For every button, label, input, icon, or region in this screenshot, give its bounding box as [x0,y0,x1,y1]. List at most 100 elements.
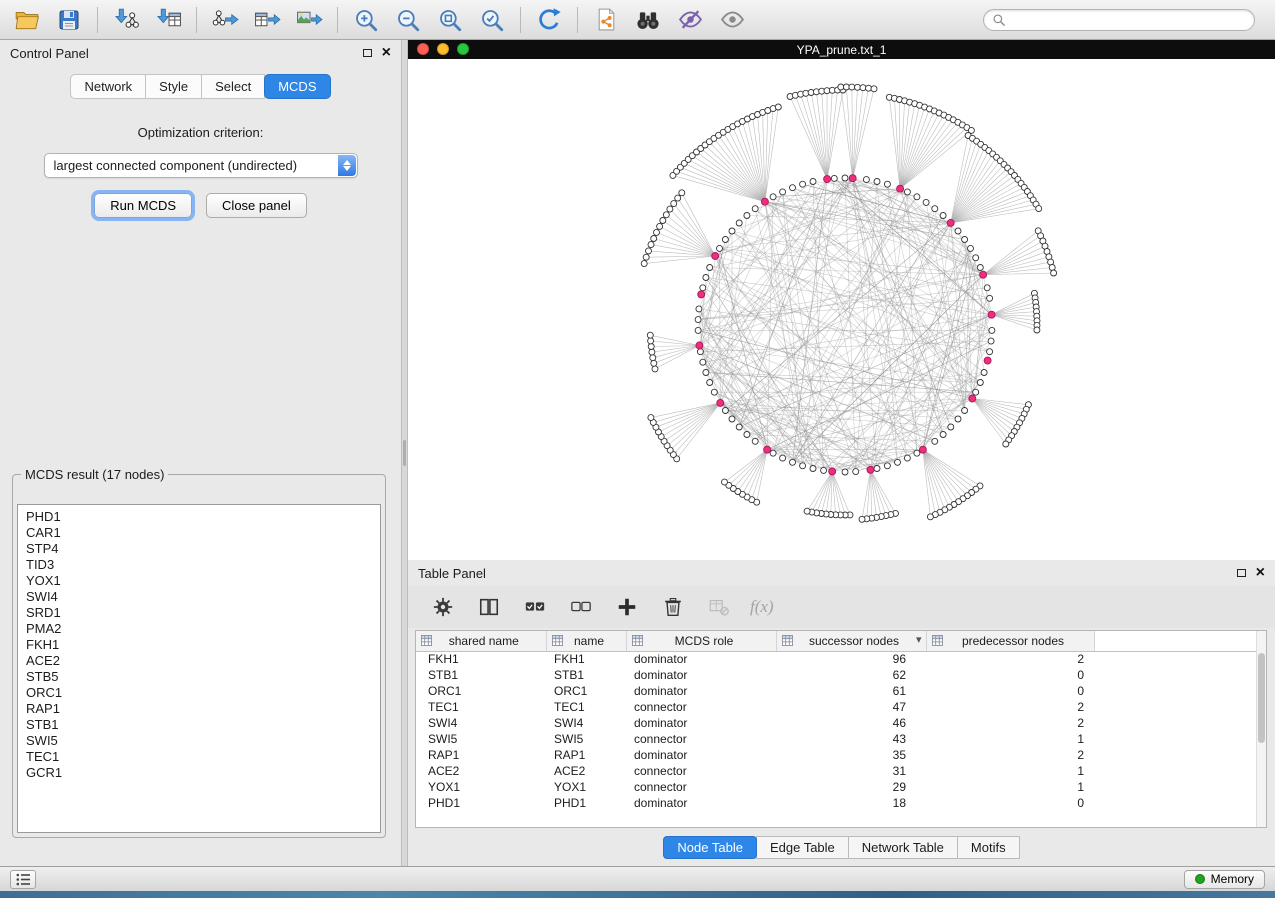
table-cell-predecessor-nodes[interactable]: 2 [926,651,1094,667]
table-cell-predecessor-nodes[interactable]: 2 [926,747,1094,763]
table-scrollbar-thumb[interactable] [1258,653,1265,743]
select-all-button[interactable] [520,592,550,622]
window-minimize-button[interactable] [437,43,449,55]
mcds-result-item[interactable]: PHD1 [18,509,380,525]
table-cell-predecessor-nodes[interactable]: 0 [926,667,1094,683]
table-cell-shared-name[interactable]: PHD1 [416,795,546,811]
table-cell-name[interactable]: PHD1 [546,795,626,811]
apply-layout-button[interactable] [528,2,570,38]
table-cell-successor-nodes[interactable]: 62 [776,667,926,683]
float-table-panel-icon[interactable] [1237,569,1246,577]
search-field[interactable] [983,9,1255,31]
mcds-result-item[interactable]: SWI4 [18,589,380,605]
network-graph[interactable] [408,59,1275,560]
mcds-result-item[interactable]: STB5 [18,669,380,685]
table-row[interactable]: STB1STB1dominator620 [416,667,1256,683]
tab-node-table[interactable]: Node Table [663,836,757,859]
table-cell-predecessor-nodes[interactable]: 2 [926,699,1094,715]
column-header-successor-nodes[interactable]: successor nodes ▾ [776,631,926,651]
table-cell-successor-nodes[interactable]: 35 [776,747,926,763]
table-cell-predecessor-nodes[interactable]: 1 [926,763,1094,779]
table-cell-mcds-role[interactable]: dominator [626,651,776,667]
zoom-out-button[interactable] [387,2,429,38]
mcds-result-item[interactable]: FKH1 [18,637,380,653]
table-cell-shared-name[interactable]: SWI4 [416,715,546,731]
table-cell-mcds-role[interactable]: dominator [626,747,776,763]
float-panel-icon[interactable] [363,49,372,57]
show-details-button[interactable] [711,2,753,38]
table-cell-shared-name[interactable]: TEC1 [416,699,546,715]
table-row[interactable]: RAP1RAP1dominator352 [416,747,1256,763]
optimization-criterion-dropdown[interactable]: largest connected component (undirected) [44,153,358,178]
table-cell-shared-name[interactable]: SWI5 [416,731,546,747]
table-cell-successor-nodes[interactable]: 47 [776,699,926,715]
table-cell-mcds-role[interactable]: connector [626,779,776,795]
network-canvas[interactable] [408,59,1275,560]
tab-edge-table[interactable]: Edge Table [756,836,849,859]
show-columns-button[interactable] [474,592,504,622]
window-close-button[interactable] [417,43,429,55]
close-mcds-panel-button[interactable]: Close panel [206,193,307,218]
mcds-result-item[interactable]: YOX1 [18,573,380,589]
search-input[interactable] [1011,12,1246,28]
column-header-predecessor-nodes[interactable]: predecessor nodes [926,631,1094,651]
tab-style[interactable]: Style [145,74,202,99]
mcds-result-item[interactable]: SRD1 [18,605,380,621]
table-cell-shared-name[interactable]: YOX1 [416,779,546,795]
table-settings-button[interactable] [428,592,458,622]
table-cell-predecessor-nodes[interactable]: 0 [926,795,1094,811]
tab-motifs[interactable]: Motifs [957,836,1020,859]
table-row[interactable]: FKH1FKH1dominator962 [416,651,1256,667]
panel-splitter[interactable] [401,40,408,866]
table-cell-predecessor-nodes[interactable]: 1 [926,779,1094,795]
table-cell-shared-name[interactable]: ORC1 [416,683,546,699]
mcds-result-item[interactable]: TEC1 [18,749,380,765]
show-panels-button[interactable] [10,870,36,889]
table-cell-predecessor-nodes[interactable]: 2 [926,715,1094,731]
splitter-grip[interactable] [403,440,406,466]
column-header-mcds-role[interactable]: MCDS role [626,631,776,651]
table-cell-mcds-role[interactable]: dominator [626,667,776,683]
run-mcds-button[interactable]: Run MCDS [94,193,192,218]
table-scrollbar[interactable] [1256,631,1266,827]
export-network-button[interactable] [204,2,246,38]
mcds-result-item[interactable]: GCR1 [18,765,380,781]
table-cell-mcds-role[interactable]: dominator [626,683,776,699]
table-cell-successor-nodes[interactable]: 96 [776,651,926,667]
import-table-button[interactable] [147,2,189,38]
table-cell-name[interactable]: RAP1 [546,747,626,763]
table-cell-successor-nodes[interactable]: 31 [776,763,926,779]
delete-column-button[interactable] [658,592,688,622]
memory-button[interactable]: Memory [1184,870,1265,889]
add-column-button[interactable] [612,592,642,622]
table-cell-shared-name[interactable]: STB1 [416,667,546,683]
find-button[interactable] [627,2,669,38]
table-cell-predecessor-nodes[interactable]: 0 [926,683,1094,699]
table-row[interactable]: SWI5SWI5connector431 [416,731,1256,747]
zoom-in-button[interactable] [345,2,387,38]
deselect-all-button[interactable] [566,592,596,622]
export-table-button[interactable] [246,2,288,38]
tab-network[interactable]: Network [70,74,146,99]
mcds-result-item[interactable]: RAP1 [18,701,380,717]
column-header-shared-name[interactable]: shared name [416,631,546,651]
export-to-web-button[interactable] [585,2,627,38]
mcds-result-item[interactable]: STB1 [18,717,380,733]
table-cell-mcds-role[interactable]: connector [626,763,776,779]
table-cell-shared-name[interactable]: RAP1 [416,747,546,763]
mcds-result-item[interactable]: STP4 [18,541,380,557]
mcds-result-item[interactable]: PMA2 [18,621,380,637]
table-cell-successor-nodes[interactable]: 46 [776,715,926,731]
hide-details-button[interactable] [669,2,711,38]
save-session-button[interactable] [48,2,90,38]
tab-select[interactable]: Select [201,74,265,99]
mcds-result-item[interactable]: CAR1 [18,525,380,541]
zoom-fit-button[interactable] [429,2,471,38]
table-cell-name[interactable]: SWI4 [546,715,626,731]
mcds-result-item[interactable]: SWI5 [18,733,380,749]
column-header-name[interactable]: name [546,631,626,651]
tab-mcds[interactable]: MCDS [264,74,330,99]
table-cell-successor-nodes[interactable]: 29 [776,779,926,795]
close-table-panel-icon[interactable]: × [1256,567,1265,579]
table-cell-successor-nodes[interactable]: 43 [776,731,926,747]
